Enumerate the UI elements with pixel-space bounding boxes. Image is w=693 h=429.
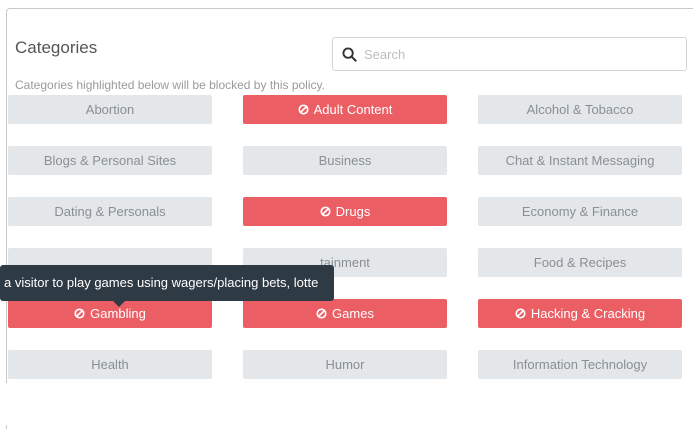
- category-label: Economy & Finance: [521, 204, 639, 219]
- category-label: Hacking & Cracking: [530, 306, 646, 321]
- category-label: Blogs & Personal Sites: [43, 153, 177, 168]
- category-label: Abortion: [85, 102, 135, 117]
- category-label: Information Technology: [512, 357, 648, 372]
- category-toggle[interactable]: Drugs: [243, 197, 447, 226]
- category-label: Health: [91, 357, 129, 372]
- blocked-icon: [316, 308, 327, 319]
- blocked-icon: [320, 206, 331, 217]
- category-toggle[interactable]: Health: [8, 350, 212, 379]
- category-toggle[interactable]: Chat & Instant Messaging: [478, 146, 682, 175]
- category-toggle[interactable]: Gambling: [8, 299, 212, 328]
- category-label: Dating & Personals: [54, 204, 166, 219]
- category-toggle[interactable]: Dating & Personals: [8, 197, 212, 226]
- category-label: Gambling: [90, 306, 146, 321]
- category-toggle[interactable]: Blogs & Personal Sites: [8, 146, 212, 175]
- category-toggle[interactable]: Games: [243, 299, 447, 328]
- category-toggle[interactable]: Humor: [243, 350, 447, 379]
- search-box[interactable]: [332, 37, 687, 71]
- panel-bottom-fade: [0, 383, 693, 425]
- tooltip-text: a visitor to play games using wagers/pla…: [4, 275, 319, 290]
- search-input[interactable]: [364, 46, 664, 62]
- blocked-icon: [298, 104, 309, 115]
- category-label: Games: [332, 306, 374, 321]
- category-toggle[interactable]: Information Technology: [478, 350, 682, 379]
- search-icon: [342, 46, 357, 62]
- category-label: Drugs: [335, 204, 371, 219]
- category-label: Business: [318, 153, 372, 168]
- category-toggle[interactable]: Hacking & Cracking: [478, 299, 682, 328]
- category-toggle[interactable]: Adult Content: [243, 95, 447, 124]
- category-toggle[interactable]: Abortion: [8, 95, 212, 124]
- category-label: Chat & Instant Messaging: [505, 153, 655, 168]
- blocked-icon: [515, 308, 526, 319]
- category-tooltip: a visitor to play games using wagers/pla…: [0, 265, 334, 301]
- blocked-icon: [74, 308, 85, 319]
- category-label: Alcohol & Tobacco: [526, 102, 634, 117]
- category-label: Humor: [325, 357, 365, 372]
- category-toggle[interactable]: Economy & Finance: [478, 197, 682, 226]
- panel-title: Categories: [15, 38, 98, 57]
- tooltip-arrow: [112, 300, 126, 307]
- panel-subtitle: Categories highlighted below will be blo…: [15, 78, 325, 92]
- category-toggle[interactable]: Food & Recipes: [478, 248, 682, 277]
- category-label: Food & Recipes: [533, 255, 627, 270]
- category-label: Adult Content: [313, 102, 393, 117]
- category-toggle[interactable]: Alcohol & Tobacco: [478, 95, 682, 124]
- category-toggle[interactable]: Business: [243, 146, 447, 175]
